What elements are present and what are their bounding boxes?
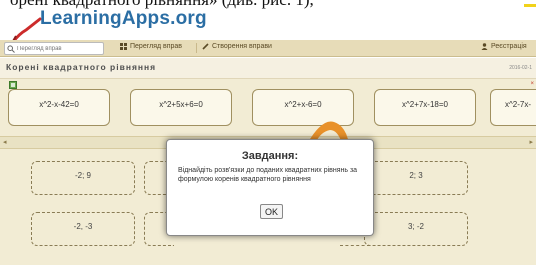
scroll-left-icon[interactable]: ◂	[3, 138, 7, 146]
equation-card[interactable]: x^2+5x+6=0	[130, 89, 232, 126]
register-label: Реєстрація	[491, 43, 527, 50]
answer-label: -2; 9	[74, 171, 91, 180]
logo-text: LearningApps.org	[40, 8, 207, 29]
highlight-mark	[524, 4, 536, 7]
answer-slot[interactable]: -2; 9	[31, 161, 135, 195]
answer-label: -2, -3	[73, 222, 93, 231]
user-icon	[481, 43, 488, 50]
navbar: Перегляд вправ Створення вправи Реєстрац…	[0, 40, 536, 57]
scroll-right-icon[interactable]: ▸	[529, 138, 533, 146]
ok-button[interactable]: OK	[260, 204, 283, 219]
browse-tasks-label: Перегляд вправ	[130, 43, 183, 50]
answer-label: 3; -2	[407, 222, 424, 231]
equation-label: x^2+x-6=0	[284, 100, 322, 109]
browse-tasks-link[interactable]: Перегляд вправ	[120, 43, 182, 50]
equation-card[interactable]: x^2+7x-18=0	[374, 89, 476, 126]
page-title: Корені квадратного рівняння	[6, 62, 157, 72]
search-box[interactable]	[4, 42, 104, 55]
create-task-link[interactable]: Створення вправи	[202, 43, 272, 50]
register-link[interactable]: Реєстрація	[481, 43, 527, 50]
dialog-title: Завдання:	[241, 150, 299, 162]
grid-icon	[120, 43, 127, 50]
date-label: 2016-02-1	[509, 65, 532, 71]
equation-label: x^2+7x-18=0	[401, 100, 448, 109]
equation-card[interactable]: x^2-x-42=0	[8, 89, 110, 126]
close-icon[interactable]: ×	[530, 81, 534, 87]
nav-divider	[196, 43, 197, 53]
answer-label: 2; 3	[409, 171, 423, 180]
equation-label: x^2-x-42=0	[39, 100, 79, 109]
equation-label: x^2-7x-	[505, 100, 531, 109]
answer-slot[interactable]: 2; 3	[364, 161, 468, 195]
answer-slot[interactable]: -2, -3	[31, 212, 135, 246]
equation-card[interactable]: x^2-7x-	[490, 89, 536, 126]
search-icon	[7, 45, 15, 53]
dialog-text: Віднайдіть розв'язки до поданих квадратн…	[178, 167, 358, 183]
answer-slot[interactable]: 3; -2	[364, 212, 468, 246]
app-icon	[9, 81, 17, 89]
search-input[interactable]	[17, 43, 103, 54]
equation-label: x^2+5x+6=0	[159, 100, 203, 109]
create-task-label: Створення вправи	[212, 43, 272, 50]
logo[interactable]: LearningApps.org	[10, 8, 207, 44]
pencil-icon	[202, 43, 209, 50]
task-dialog: Завдання: Віднайдіть розв'язки до подани…	[166, 139, 374, 236]
title-bar: Корені квадратного рівняння 2016-02-1	[0, 58, 536, 79]
